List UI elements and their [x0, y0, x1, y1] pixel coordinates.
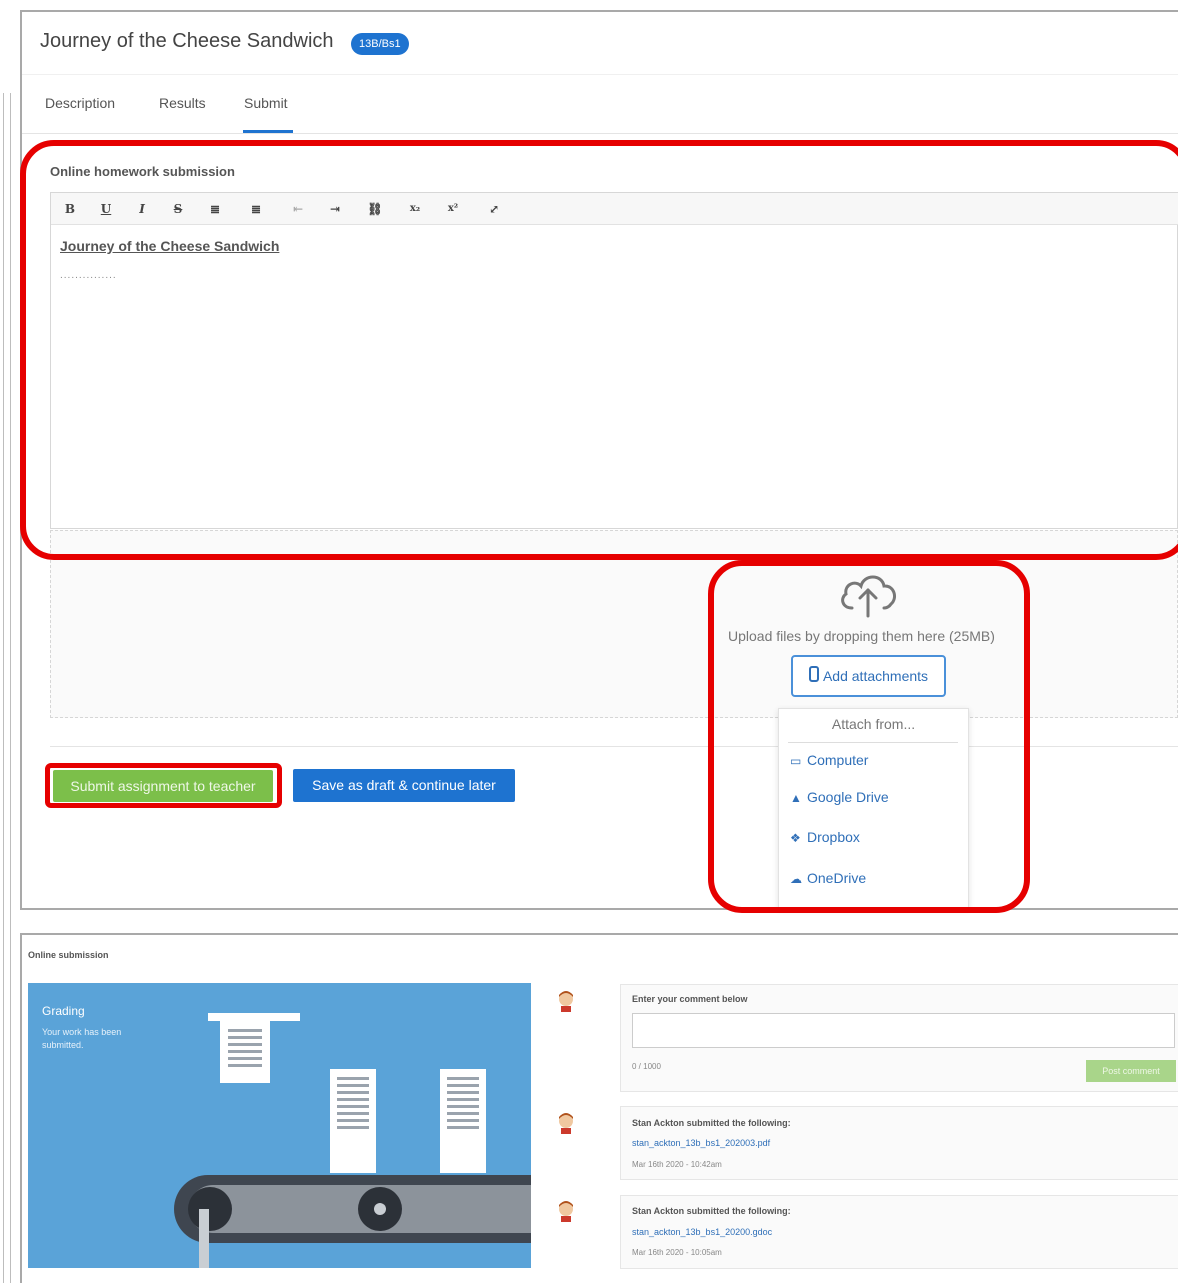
tab-description[interactable]: Description	[45, 95, 115, 111]
online-submission-label: Online submission	[28, 950, 109, 960]
background-panel-edge	[3, 93, 11, 1283]
user-avatar-icon	[559, 1113, 573, 1134]
submit-assignment-button[interactable]: Submit assignment to teacher	[53, 770, 273, 802]
cloud-upload-icon	[841, 575, 896, 618]
post-comment-button[interactable]: Post comment	[1086, 1060, 1176, 1082]
italic-button[interactable]: I	[131, 200, 153, 218]
numbered-list-icon[interactable]: ≣	[245, 200, 267, 218]
submission-date: Mar 16th 2020 - 10:42am	[632, 1160, 722, 1169]
laptop-icon: ▭	[790, 754, 802, 768]
bold-button[interactable]: B	[59, 200, 81, 218]
submission-entry-title: Stan Ackton submitted the following:	[632, 1206, 791, 1216]
attach-google-drive-label: Google Drive	[807, 789, 889, 805]
attach-dropbox-label: Dropbox	[807, 829, 860, 845]
grading-status-text: Your work has been submitted.	[42, 1027, 122, 1050]
outdent-icon[interactable]: ⇤	[287, 200, 309, 218]
save-draft-button[interactable]: Save as draft & continue later	[293, 769, 515, 802]
attach-onedrive-label: OneDrive	[807, 870, 867, 886]
class-badge: 13B/Bs1	[351, 33, 409, 55]
editor-content-heading: Journey of the Cheese Sandwich	[60, 238, 280, 254]
attach-menu-title: Attach from...	[831, 716, 916, 732]
submission-file-link[interactable]: stan_ackton_13b_bs1_20200.gdoc	[632, 1227, 772, 1237]
submission-file-link[interactable]: stan_ackton_13b_bs1_202003.pdf	[632, 1138, 770, 1148]
superscript-icon[interactable]: x²	[442, 200, 464, 218]
add-attachments-label: Add attachments	[822, 668, 929, 684]
comment-textarea[interactable]	[632, 1013, 1175, 1048]
assignment-title: Journey of the Cheese Sandwich	[40, 30, 334, 52]
user-avatar-icon	[559, 991, 573, 1012]
attach-google-drive-item[interactable]: ▲ Google Drive	[790, 789, 889, 805]
paperclip-icon	[808, 666, 819, 682]
indent-icon[interactable]: ⇥	[324, 200, 346, 218]
attach-dropbox-item[interactable]: ❖ Dropbox	[790, 829, 860, 845]
subscript-icon[interactable]: x₂	[404, 200, 426, 218]
header-divider	[22, 74, 1178, 75]
fullscreen-icon[interactable]: ⤢	[483, 200, 505, 218]
tabs-divider	[22, 133, 1178, 134]
editor-label: Online homework submission	[50, 164, 235, 179]
submission-date: Mar 16th 2020 - 10:05am	[632, 1248, 722, 1257]
bulleted-list-icon[interactable]: ≣	[204, 200, 226, 218]
tab-submit[interactable]: Submit	[244, 95, 288, 111]
submission-entry-title: Stan Ackton submitted the following:	[632, 1118, 791, 1128]
attach-onedrive-item[interactable]: ☁ OneDrive	[790, 870, 866, 886]
attach-computer-label: Computer	[807, 752, 869, 768]
upload-hint: Upload files by dropping them here (25MB…	[728, 628, 995, 644]
onedrive-icon: ☁	[790, 872, 802, 886]
dropbox-icon: ❖	[790, 831, 801, 845]
underline-button[interactable]: U	[95, 200, 117, 218]
file-dropzone[interactable]	[50, 530, 1178, 718]
tab-results[interactable]: Results	[159, 95, 206, 111]
editor-content-placeholder: ...............	[60, 270, 117, 281]
attach-computer-item[interactable]: ▭ Computer	[790, 752, 868, 768]
user-avatar-icon	[559, 1201, 573, 1222]
char-count: 0 / 1000	[632, 1062, 661, 1071]
comment-prompt: Enter your comment below	[632, 994, 748, 1004]
grading-status-title: Grading	[42, 1004, 85, 1018]
attach-menu-divider	[788, 742, 958, 743]
google-drive-icon: ▲	[790, 791, 802, 805]
strikethrough-button[interactable]: S	[167, 200, 189, 218]
actions-divider	[50, 746, 1178, 747]
link-icon[interactable]: ⛓	[364, 200, 386, 218]
add-attachments-button[interactable]: Add attachments	[791, 655, 946, 697]
